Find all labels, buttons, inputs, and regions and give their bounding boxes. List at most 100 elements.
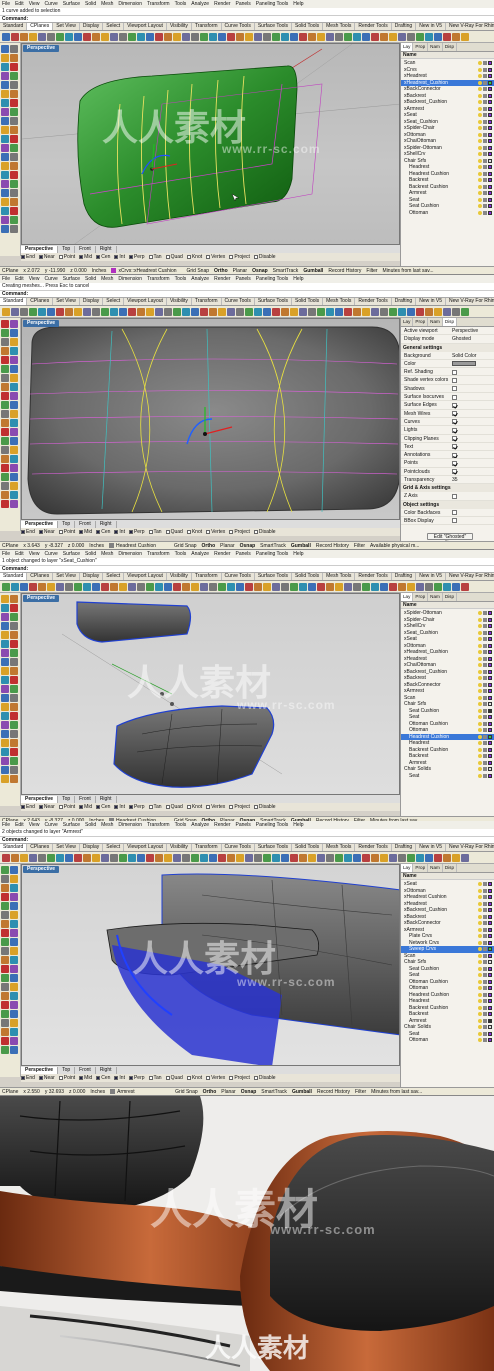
lightbulb-icon[interactable] [478,901,482,906]
menu-item-surface[interactable]: Surface [63,1,80,7]
menu-item-edit[interactable]: Edit [15,822,24,828]
left-tool-icon[interactable] [10,974,18,982]
toolbar-tool-icon[interactable] [128,853,136,862]
lock-icon[interactable] [483,637,487,642]
left-tool-icon[interactable] [10,1010,18,1018]
view-tab-top[interactable]: Top [58,520,76,528]
perspective-viewport[interactable]: Perspective [21,318,400,520]
view-tab-perspective[interactable]: Perspective [21,245,59,253]
left-tool-icon[interactable] [10,383,18,391]
lock-icon[interactable] [483,973,487,978]
left-tool-icon[interactable] [1,694,9,702]
lock-icon[interactable] [483,1012,487,1017]
menu-item-panels[interactable]: Panels [236,551,251,557]
lightbulb-icon[interactable] [478,908,482,913]
osnap-checkbox[interactable] [148,805,153,809]
toolbar-tool-icon[interactable] [326,32,334,41]
property-row[interactable]: Mesh Wires [401,410,494,418]
left-tool-icon[interactable] [1,748,9,756]
left-tool-icon[interactable] [10,712,18,720]
osnap-checkbox[interactable] [186,255,191,259]
lock-icon[interactable] [483,773,487,778]
toolbar-tab-render-tools[interactable]: Render Tools [355,573,392,580]
left-tool-icon[interactable] [1,81,9,89]
left-tool-icon[interactable] [1,920,9,928]
lightbulb-icon[interactable] [478,1025,482,1030]
left-tool-icon[interactable] [10,694,18,702]
left-tool-icon[interactable] [10,604,18,612]
toolbar-tool-icon[interactable] [272,582,280,591]
toolbar-tool-icon[interactable] [11,307,19,316]
left-tool-icon[interactable] [1,613,9,621]
left-tool-icon[interactable] [10,365,18,373]
osnap-checkbox[interactable] [206,255,211,259]
lock-icon[interactable] [483,132,487,137]
osnap-checkbox[interactable] [79,530,84,534]
osnap-vertex[interactable]: Vertex [206,1075,225,1081]
lightbulb-icon[interactable] [478,637,482,642]
left-tool-icon[interactable] [1,63,9,71]
panel-tab-nam[interactable]: Nam [428,864,443,872]
left-tool-icon[interactable] [1,500,9,508]
osnap-int[interactable]: Int [114,254,125,260]
toolbar-tool-icon[interactable] [146,307,154,316]
toolbar-tool-icon[interactable] [92,582,100,591]
lightbulb-icon[interactable] [478,1031,482,1036]
left-tool-icon[interactable] [10,938,18,946]
status-ortho[interactable]: Ortho [202,543,216,549]
left-tool-icon[interactable] [1,126,9,134]
toolbar-tool-icon[interactable] [308,307,316,316]
lightbulb-icon[interactable] [478,171,482,176]
property-value[interactable] [452,401,494,408]
lightbulb-icon[interactable] [478,197,482,202]
menu-item-mesh[interactable]: Mesh [101,551,113,557]
toolbar-tool-icon[interactable] [209,32,217,41]
status-smarttrack[interactable]: SmartTrack [261,1089,287,1095]
toolbar-tool-icon[interactable] [425,853,433,862]
layer-color-swatch[interactable] [488,973,492,978]
lightbulb-icon[interactable] [478,734,482,739]
menu-item-edit[interactable]: Edit [15,276,24,282]
lock-icon[interactable] [483,992,487,997]
lock-icon[interactable] [483,1018,487,1023]
command-prompt[interactable]: Command: [0,290,494,298]
toolbar-tool-icon[interactable] [290,32,298,41]
menu-item-analyze[interactable]: Analyze [191,1,209,7]
lock-icon[interactable] [483,158,487,163]
toolbar-tool-icon[interactable] [326,307,334,316]
left-tool-icon[interactable] [10,965,18,973]
perspective-viewport[interactable]: Perspective 人人素材 www.rr-sc.com [21,43,400,245]
left-tool-icon[interactable] [10,748,18,756]
property-checkbox[interactable] [452,469,457,475]
lightbulb-icon[interactable] [478,643,482,648]
osnap-checkbox[interactable] [229,1076,234,1080]
property-row[interactable]: Z Axis [401,492,494,501]
toolbar-tab-render-tools[interactable]: Render Tools [355,23,392,30]
toolbar-tool-icon[interactable] [29,582,37,591]
osnap-project[interactable]: Project [229,804,250,810]
lock-icon[interactable] [483,611,487,616]
layer-color-swatch[interactable] [488,921,492,926]
lock-icon[interactable] [483,61,487,66]
menu-item-edit[interactable]: Edit [15,551,24,557]
left-tool-icon[interactable] [10,775,18,783]
osnap-disable[interactable]: Disable [253,1075,276,1081]
osnap-checkbox[interactable] [79,805,84,809]
layer-color-swatch[interactable] [488,1038,492,1043]
viewport-title[interactable]: Perspective [23,866,60,873]
layer-color-swatch[interactable] [488,87,492,92]
lock-icon[interactable] [483,178,487,183]
left-tool-icon[interactable] [1,875,9,883]
toolbar-tool-icon[interactable] [416,853,424,862]
left-tool-icon[interactable] [1,866,9,874]
layer-color-swatch[interactable] [488,940,492,945]
lightbulb-icon[interactable] [478,966,482,971]
toolbar-tab-visibility[interactable]: Visibility [167,844,192,851]
lock-icon[interactable] [483,734,487,739]
property-checkbox[interactable] [452,444,457,450]
menu-item-mesh[interactable]: Mesh [101,822,113,828]
toolbar-tab-standard[interactable]: Standard [0,298,28,305]
toolbar-tab-viewport-layout[interactable]: Viewport Layout [124,844,167,851]
left-tool-icon[interactable] [10,757,18,765]
toolbar-tool-icon[interactable] [29,32,37,41]
